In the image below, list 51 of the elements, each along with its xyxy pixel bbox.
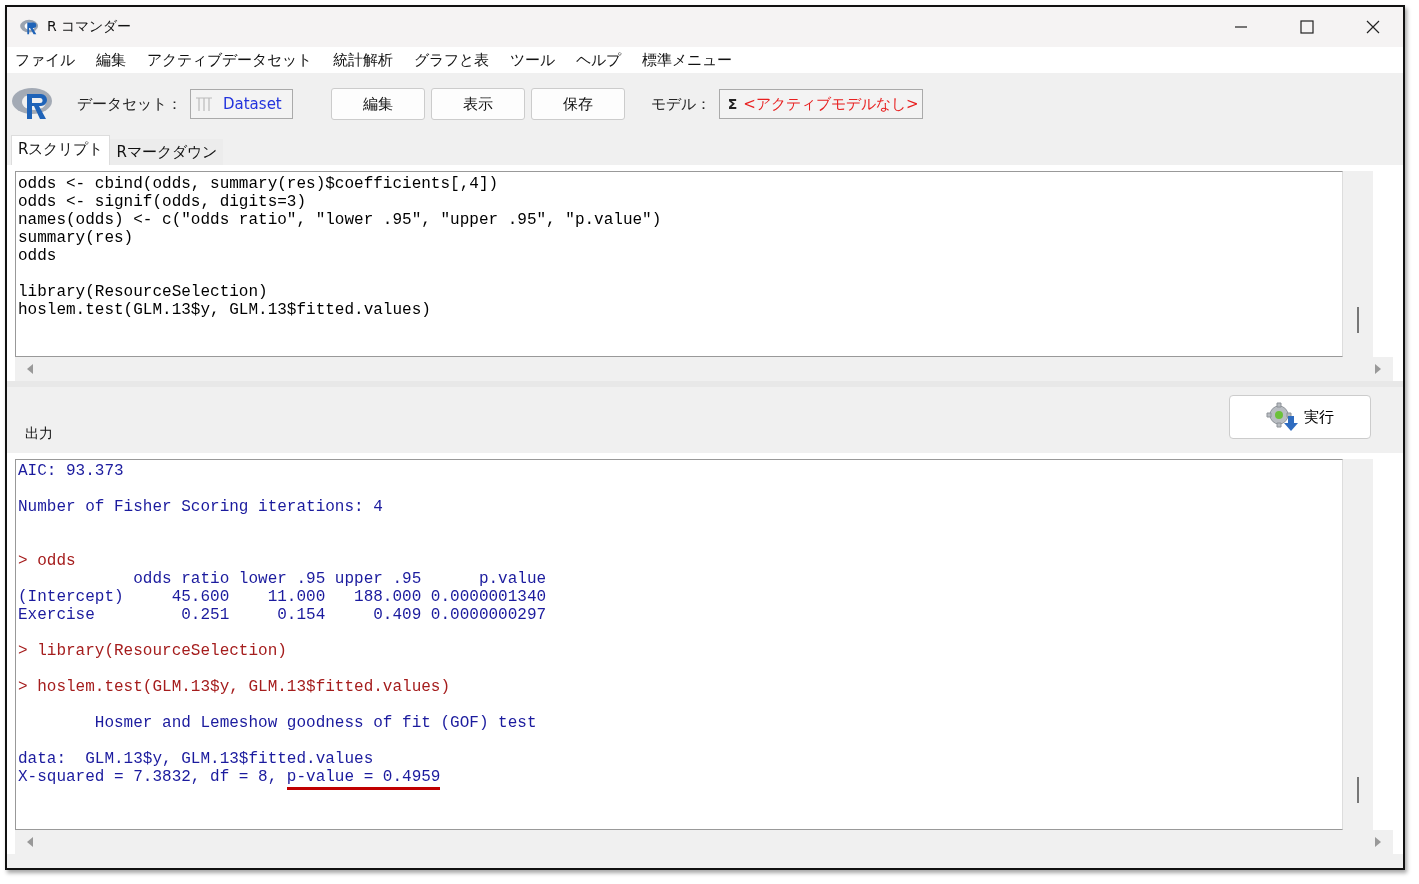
menu-item[interactable]: 編集: [96, 50, 126, 70]
tab[interactable]: Rスクリプト: [11, 135, 111, 165]
menu-item[interactable]: アクティブデータセット: [147, 50, 312, 70]
toolbar-button[interactable]: 表示: [430, 88, 525, 120]
code-line: library(ResourceSelection): [18, 283, 269, 301]
window-title: R コマンダー: [47, 18, 132, 36]
output-line: AIC: 93.373: [18, 462, 125, 480]
command-line: > hoslem.test(GLM.13$y, GLM.13$fitted.values): [18, 678, 452, 696]
code-line: names(odds) <- c("odds ratio", "lower .95", "upper .95", "p.value"): [18, 211, 663, 229]
run-button[interactable]: 実行: [1229, 395, 1371, 439]
output-line: Hosmer and Lemeshow goodness of fit (GOF) test: [93, 714, 538, 732]
dataset-button[interactable]: Dataset: [190, 89, 293, 119]
script-editor[interactable]: [15, 171, 1343, 357]
table-icon: [195, 96, 213, 112]
model-button[interactable]: Σ <アクティブモデルなし>: [718, 89, 924, 119]
toolbar-button[interactable]: 保存: [530, 88, 625, 120]
output-label: 出力: [25, 425, 53, 443]
scroll-left-icon[interactable]: [25, 836, 35, 848]
horizontal-scrollbar[interactable]: [15, 357, 1393, 381]
close-icon[interactable]: [1365, 19, 1381, 35]
scroll-left-icon[interactable]: [25, 363, 35, 375]
vertical-scrollbar[interactable]: [1343, 171, 1373, 357]
output-line: Exercise 0.251 0.154 0.409 0.0000000297: [18, 606, 548, 624]
code-line: odds <- signif(odds, digits=3): [18, 193, 308, 211]
model-label: モデル：: [650, 94, 711, 114]
menu-item[interactable]: ファイル: [15, 50, 75, 70]
code-line: summary(res): [18, 229, 135, 247]
output-line: data: GLM.13$y, GLM.13$fitted.values: [18, 750, 375, 768]
command-line: > odds: [18, 552, 77, 570]
r-logo-icon: [19, 18, 41, 36]
toolbar-button[interactable]: 編集: [330, 88, 425, 120]
gear-arrow-icon: [1266, 402, 1300, 432]
command-line: > library(ResourceSelection): [18, 642, 288, 660]
dataset-label: データセット：: [77, 94, 182, 114]
output-line: Number of Fisher Scoring iterations: 4: [18, 498, 384, 516]
code-line: odds <- cbind(odds, summary(res)$coefficients[,4]): [18, 175, 500, 193]
menu-item[interactable]: ヘルプ: [576, 50, 621, 70]
menu-item[interactable]: グラフと表: [414, 50, 489, 70]
code-line: odds: [18, 247, 58, 265]
scroll-right-icon[interactable]: [1373, 363, 1383, 375]
horizontal-scrollbar[interactable]: [15, 830, 1393, 854]
code-line: hoslem.test(GLM.13$y, GLM.13$fitted.values): [18, 301, 432, 319]
output-line: odds ratio lower .95 upper .95 p.value: [132, 570, 548, 588]
tab[interactable]: Rマークダウン: [110, 139, 223, 165]
menu-item[interactable]: 統計解析: [333, 50, 393, 70]
maximize-icon[interactable]: [1299, 19, 1315, 35]
output-line: (Intercept) 45.600 11.000 188.000 0.0000001340: [18, 588, 548, 606]
menu-item[interactable]: ツール: [510, 50, 555, 70]
vertical-scrollbar[interactable]: [1343, 459, 1373, 830]
scroll-right-icon[interactable]: [1373, 836, 1383, 848]
menu-item[interactable]: 標準メニュー: [642, 50, 732, 70]
